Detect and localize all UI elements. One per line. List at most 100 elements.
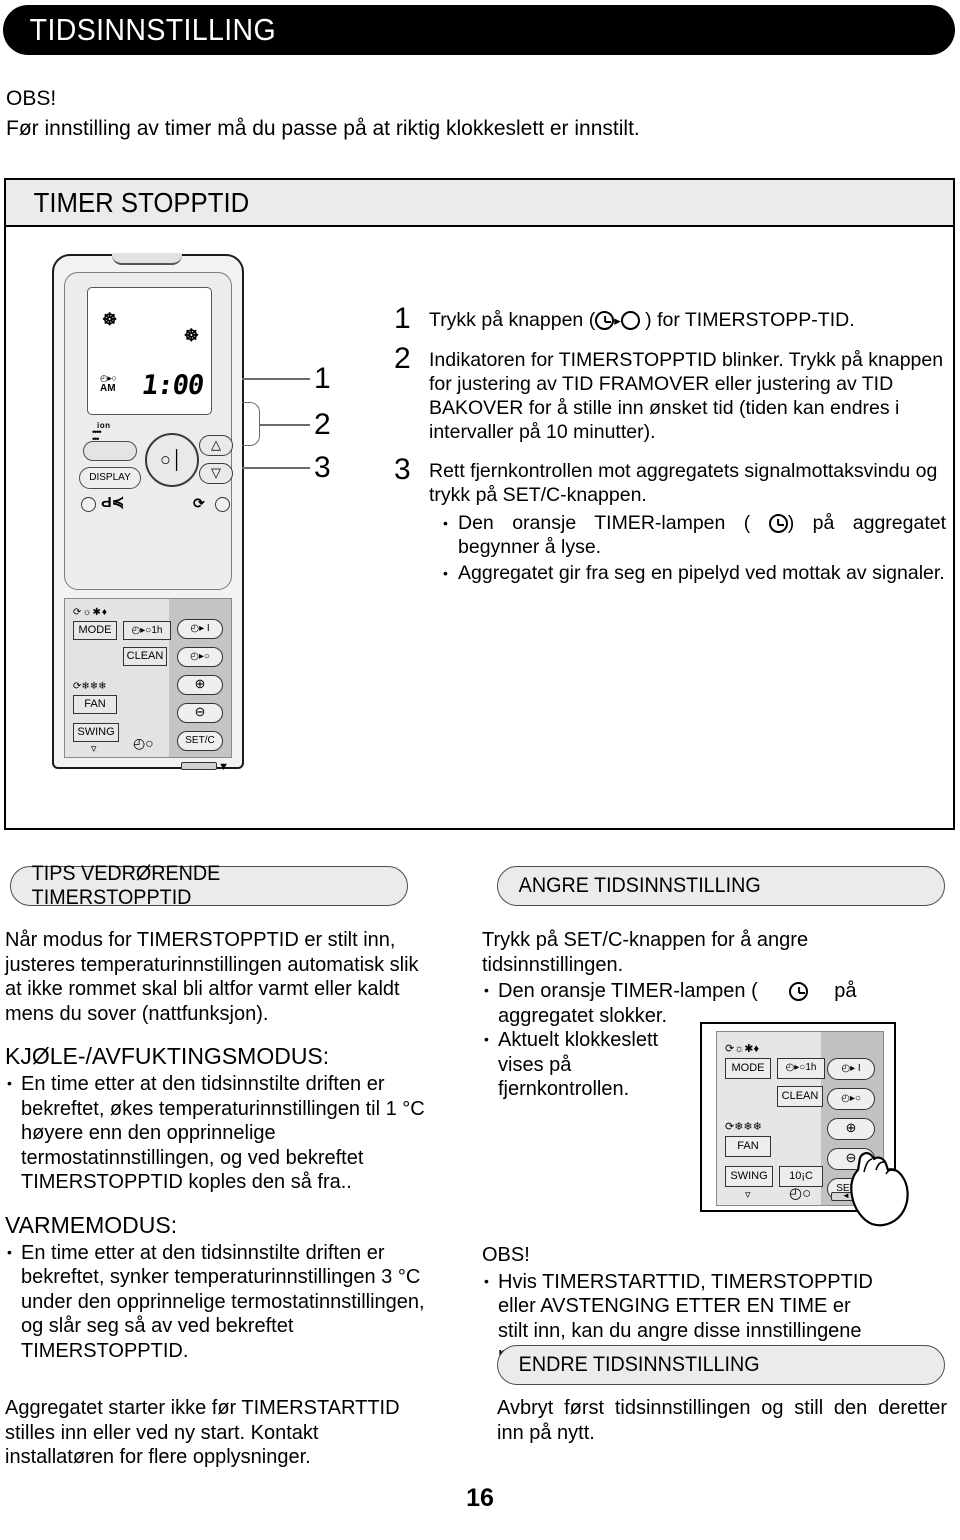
callout-line-1 xyxy=(242,378,310,380)
small-clean-button[interactable]: CLEAN xyxy=(777,1086,823,1107)
step-3: 3 Rett fjernkontrollen mot aggregatets s… xyxy=(394,455,946,586)
swing-arc-icon: ⟳ xyxy=(193,495,205,511)
cooling-mode-bullets: En time etter at den tidsinnstilte drift… xyxy=(5,1071,425,1195)
lcd-time-value: 1:00 xyxy=(139,370,206,401)
tips-body: Når modus for TIMERSTOPPTID er stilt inn… xyxy=(5,928,425,1363)
power-button[interactable]: ○│ xyxy=(145,433,199,487)
angre-bullet-2: Aktuelt klokkeslett vises på fjernkontro… xyxy=(482,1027,697,1102)
step-2-text: Indikatoren for TIMERSTOPPTID blinker. T… xyxy=(429,349,944,443)
timer-clock-icon xyxy=(595,311,615,330)
temp-down-button[interactable]: ▽ xyxy=(199,463,233,484)
step-1-text-before: Trykk på knappen ( xyxy=(429,309,596,331)
lcd-swirl-left-icon: ☸ xyxy=(102,310,118,329)
step-3-bullet-2: Aggregatet gir fra seg en pipelyd ved mo… xyxy=(441,561,946,585)
angre-section-label: ANGRE TIDSINNSTILLING xyxy=(518,874,761,897)
step-2-number: 2 xyxy=(394,342,411,375)
callout-number-2: 2 xyxy=(314,408,331,441)
heating-mode-heading: VARMEMODUS: xyxy=(5,1211,178,1238)
ion-button[interactable] xyxy=(83,441,137,461)
timer-lamp-clock-icon xyxy=(768,514,788,533)
swing-button[interactable]: SWING xyxy=(73,723,119,742)
small-mode-button[interactable]: MODE xyxy=(725,1058,771,1079)
step-3-bullets: Den oransje TIMER-lampen ( ) på aggregat… xyxy=(441,511,946,585)
pointing-hand-icon xyxy=(850,1152,909,1227)
lower-left-circle-button[interactable] xyxy=(81,497,96,512)
lcd-swirl-right-icon: ☸ xyxy=(183,326,199,345)
small-mode-icons: ⟳☼✱♦ xyxy=(725,1043,760,1055)
small-fan-button[interactable]: FAN xyxy=(725,1136,771,1157)
power-icon: ○│ xyxy=(159,449,185,470)
tips-section-header: TIPS VEDRØRENDE TIMERSTOPPTID xyxy=(10,862,408,909)
mode-icons: ⟳☼✱♦ xyxy=(73,607,109,618)
page-header-bar: TIDSINNSTILLING xyxy=(3,5,955,55)
airflow-icon: Ԁ≼ xyxy=(101,494,125,511)
timer-lamp-icon xyxy=(789,982,809,1001)
remote-upper-panel: ☸ ☸ ◴▸○ AM 1:00 ion •••• ••• DISPLAY ○│ △… xyxy=(64,272,233,590)
timer-stopptid-header-label: TIMER STOPPTID xyxy=(33,186,250,218)
endre-section-label: ENDRE TIDSINNSTILLING xyxy=(518,1353,760,1376)
small-timer-on-button[interactable]: ◴▸ I xyxy=(827,1058,875,1080)
tips-intro: Når modus for TIMERSTOPPTID er stilt inn… xyxy=(5,929,419,1025)
callout-number-3: 3 xyxy=(314,451,331,484)
clean-button[interactable]: CLEAN xyxy=(123,647,167,666)
callout-line-2 xyxy=(260,424,310,426)
steps-list: 1 Trykk på knappen (▸ ) for TIMERSTOPP-T… xyxy=(394,304,946,600)
circle-off-icon xyxy=(620,311,640,330)
timer-stopptid-header: TIMER STOPPTID xyxy=(6,180,953,227)
heating-mode-bullets: En time etter at den tidsinnstilte drift… xyxy=(5,1240,425,1364)
small-swing-button[interactable]: SWING xyxy=(725,1166,773,1187)
cooling-mode-bullet: En time etter at den tidsinnstilte drift… xyxy=(5,1071,425,1195)
small-one-hour-off-button[interactable]: ◴▸○1h xyxy=(777,1058,825,1079)
step-2: 2 Indikatoren for TIMERSTOPPTID blinker.… xyxy=(394,344,946,444)
timer-on-button[interactable]: ◴▸ I xyxy=(177,619,223,639)
lower-right-circle-button[interactable] xyxy=(215,497,230,512)
endre-text: Avbryt først tidsinnstillingen og still … xyxy=(497,1397,947,1444)
step-3-bullet-1: Den oransje TIMER-lampen ( ) på aggregat… xyxy=(441,511,946,559)
remote-lower-panel: ⟳☼✱♦ MODE ◴▸○1h CLEAN ⟳❄❄❄ FAN SWING ▿ ◴… xyxy=(64,598,232,773)
lcd-am-label: AM xyxy=(100,383,116,394)
angre-intro: Trykk på SET/C-knappen for å angre tidsi… xyxy=(482,929,809,976)
swing-arrow-icon: ▿ xyxy=(91,743,97,755)
tips-tail-text: Aggregatet starter ikke før TIMERSTARTTI… xyxy=(5,1397,400,1468)
temp-up-button[interactable]: △ xyxy=(199,435,233,456)
obs-label: OBS! xyxy=(6,87,57,110)
small-timer-off-button[interactable]: ◴▸○ xyxy=(827,1088,875,1110)
callout-line-3 xyxy=(242,467,310,469)
obs-note: OBS! Før innstilling av timer må du pass… xyxy=(6,86,906,142)
time-forward-button[interactable]: ⊕ xyxy=(177,675,223,695)
angre-obs-label: OBS! xyxy=(482,1244,530,1266)
page-title: TIDSINNSTILLING xyxy=(29,12,277,47)
step-1-text: Trykk på knappen (▸ ) for TIMERSTOPP-TID… xyxy=(429,308,946,333)
small-swing-arrow-icon: ▿ xyxy=(745,1189,751,1201)
small-clock-set-icon: ◴○ xyxy=(789,1185,812,1202)
fan-button[interactable]: FAN xyxy=(73,695,117,714)
angre-bullet-1: Den oransje TIMER-lampen ( på aggregatet… xyxy=(482,978,952,1028)
step-3-number: 3 xyxy=(394,453,411,486)
lcd-timer-off-icon: ◴▸○ xyxy=(100,373,117,383)
step-1: 1 Trykk på knappen (▸ ) for TIMERSTOPP-T… xyxy=(394,304,946,334)
page-number: 16 xyxy=(466,1484,494,1512)
one-hour-off-button[interactable]: ◴▸○1h xyxy=(123,621,171,640)
set-c-button[interactable]: SET/C xyxy=(177,731,223,751)
heating-mode-bullet: En time etter at den tidsinnstilte drift… xyxy=(5,1240,425,1364)
arrow-right-icon: ▸ xyxy=(614,313,621,328)
step-1-number: 1 xyxy=(394,302,411,335)
small-fan-icons: ⟳❄❄❄ xyxy=(725,1121,762,1133)
timer-off-button[interactable]: ◴▸○ xyxy=(177,647,223,667)
tips-tail: Aggregatet starter ikke før TIMERSTARTTI… xyxy=(5,1396,430,1470)
battery-slider[interactable] xyxy=(181,762,217,770)
mode-button[interactable]: MODE xyxy=(73,621,117,640)
endre-section-header: ENDRE TIDSINNSTILLING xyxy=(497,1345,945,1385)
time-backward-button[interactable]: ⊖ xyxy=(177,703,223,723)
display-button[interactable]: DISPLAY xyxy=(79,467,141,489)
fan-icons: ⟳❄❄❄ xyxy=(73,681,107,692)
obs-text: Før innstilling av timer må du passe på … xyxy=(6,117,640,140)
callout-bracket-2 xyxy=(242,402,260,446)
clock-set-icon: ◴○ xyxy=(133,735,154,751)
remote-lcd-display: ☸ ☸ ◴▸○ AM 1:00 xyxy=(87,287,212,415)
small-time-forward-button[interactable]: ⊕ xyxy=(827,1118,875,1140)
remote-top-hump xyxy=(112,253,182,265)
tips-section-label: TIPS VEDRØRENDE TIMERSTOPPTID xyxy=(31,862,221,909)
angre-bullet-1-before: Den oransje TIMER-lampen ( xyxy=(498,980,758,1002)
slider-triangle-icon: ▼ xyxy=(218,761,229,773)
